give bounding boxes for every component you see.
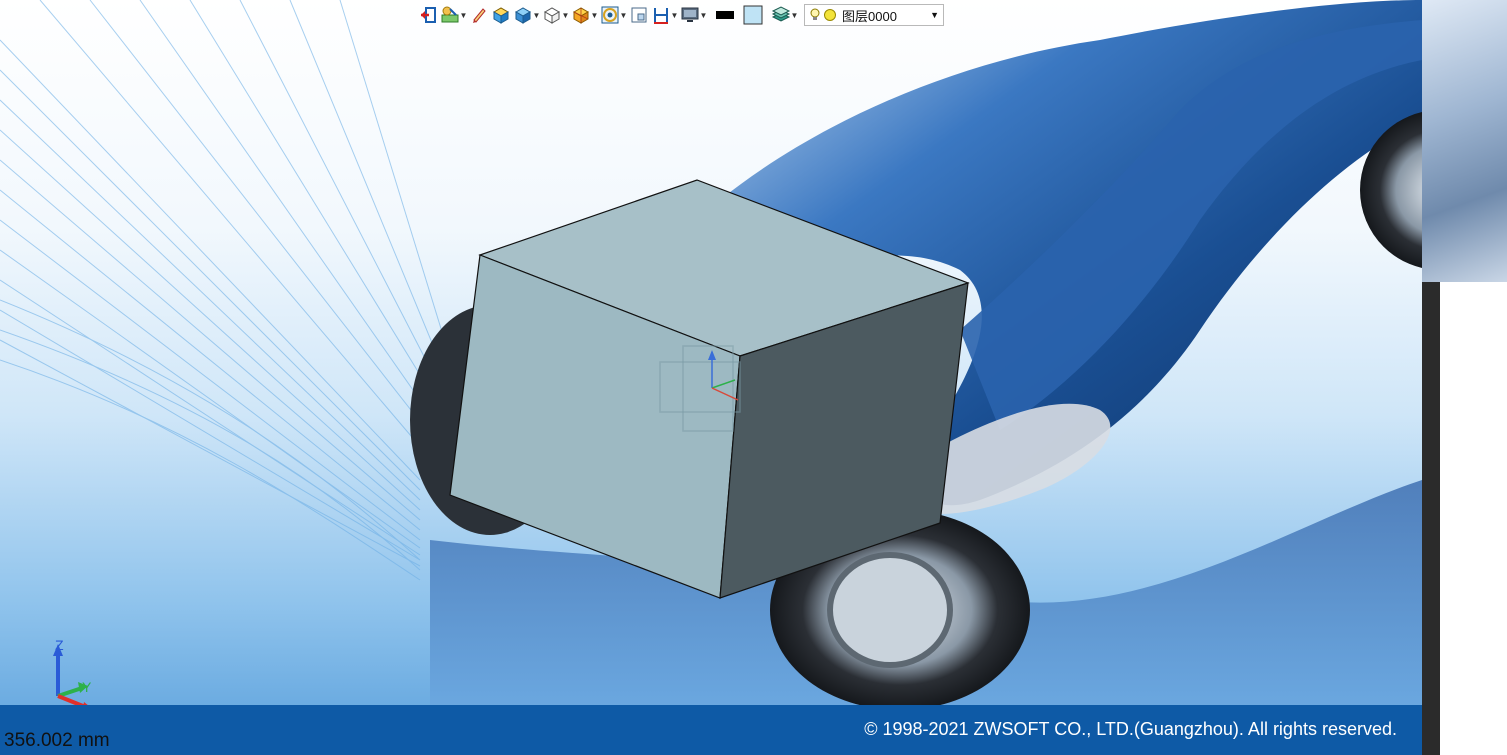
measurement-readout: 356.002 mm: [4, 730, 110, 751]
layer-visible-icon: [824, 9, 836, 21]
exit-button[interactable]: [418, 3, 438, 27]
exit-icon: [421, 7, 436, 23]
copyright-text: © 1998-2021 ZWSOFT CO., LTD.(Guangzhou).…: [864, 719, 1397, 739]
display-dropdown-arrow[interactable]: ▼: [700, 3, 708, 27]
wireframe-button[interactable]: ▼: [542, 3, 569, 27]
panel-divider: [1422, 282, 1440, 755]
target-dropdown-arrow[interactable]: ▼: [620, 3, 628, 27]
y-axis-label: Y: [82, 679, 92, 695]
view-cube-button[interactable]: ▼: [571, 3, 598, 27]
color-swatch-icon: [743, 5, 763, 25]
dimension-dropdown-arrow[interactable]: ▼: [671, 3, 679, 27]
sketch-dropdown-arrow[interactable]: ▼: [460, 3, 468, 27]
wireframe-dropdown-arrow[interactable]: ▼: [562, 3, 570, 27]
color-light-button[interactable]: [743, 3, 763, 27]
target-button[interactable]: ▼: [600, 3, 627, 27]
layers-icon: [771, 6, 791, 22]
cube-solid[interactable]: [0, 0, 1422, 705]
shade-button[interactable]: [491, 3, 511, 27]
chevron-down-icon[interactable]: ▼: [930, 10, 939, 20]
shade-edges-button[interactable]: ▼: [513, 3, 540, 27]
panel-art-strip: [1422, 0, 1507, 282]
lightbulb-icon: [810, 8, 820, 20]
color-black-button[interactable]: [715, 3, 735, 27]
target-icon: [601, 6, 619, 24]
monitor-icon: [681, 7, 699, 22]
view-cube-icon: [572, 7, 590, 24]
sketch-button[interactable]: ▼: [440, 3, 467, 27]
color-swatch-icon: [716, 11, 734, 19]
graphics-viewport[interactable]: ▼ ▼ ▼ ▼ ▼ ▼ ▼ ▼ 图层0000 ▼ Z Y © 1998-2021…: [0, 0, 1422, 755]
display-button[interactable]: ▼: [680, 3, 707, 27]
sketch-icon: [441, 6, 459, 23]
frame-button[interactable]: [629, 3, 649, 27]
dimension-button[interactable]: ▼: [651, 3, 678, 27]
quick-toolbar: ▼ ▼ ▼ ▼ ▼ ▼ ▼ ▼ 图层0000 ▼: [418, 2, 944, 28]
pen-icon: [473, 8, 486, 23]
z-axis-label: Z: [55, 637, 64, 653]
frame-icon: [631, 7, 647, 23]
footer-bar: © 1998-2021 ZWSOFT CO., LTD.(Guangzhou).…: [0, 705, 1422, 755]
dimension-icon: [654, 8, 668, 24]
side-panel: [1422, 0, 1507, 755]
layers-dropdown-arrow[interactable]: ▼: [791, 3, 799, 27]
layer-name: 图层0000: [842, 8, 897, 24]
shade-edges-dropdown-arrow[interactable]: ▼: [533, 3, 541, 27]
wireframe-cube-icon: [543, 7, 561, 24]
pen-button[interactable]: [469, 3, 489, 27]
layer-select[interactable]: 图层0000 ▼: [804, 4, 944, 26]
view-cube-dropdown-arrow[interactable]: ▼: [591, 3, 599, 27]
shaded-box-icon: [492, 7, 510, 24]
shaded-edges-icon: [514, 7, 532, 24]
layers-button[interactable]: ▼: [771, 3, 798, 27]
